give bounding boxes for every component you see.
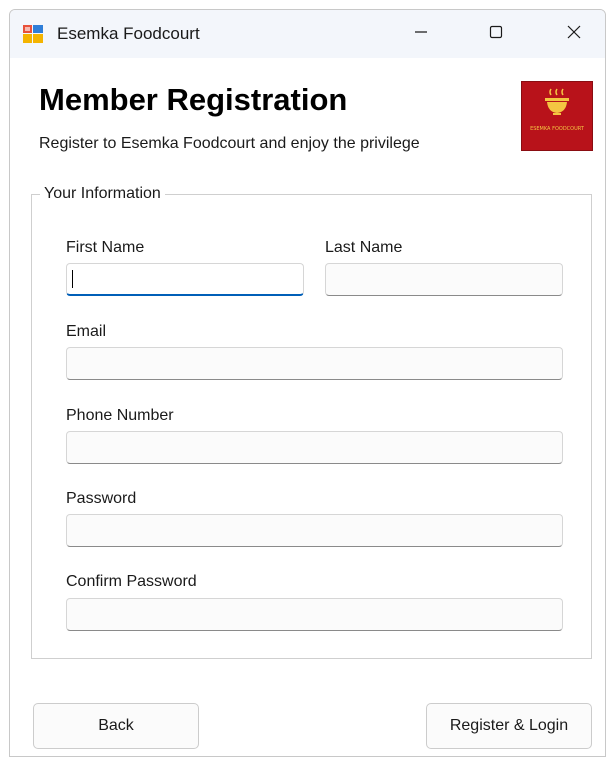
page-title: Member Registration [39,82,348,117]
password-input[interactable] [66,514,563,547]
back-button[interactable]: Back [33,703,199,749]
email-input[interactable] [66,347,563,380]
text-caret [72,270,73,288]
last-name-label: Last Name [325,239,403,256]
form-content: Member Registration Register to Esemka F… [10,58,605,756]
app-window: Esemka Foodcourt Member Registration Reg… [9,9,606,757]
close-button[interactable] [551,10,597,58]
last-name-input[interactable] [325,263,563,296]
window-title: Esemka Foodcourt [57,24,200,43]
minimize-icon [414,25,428,44]
title-bar[interactable]: Esemka Foodcourt [10,10,605,58]
register-login-button[interactable]: Register & Login [426,703,592,749]
app-window-icon [23,25,43,43]
email-label: Email [66,323,107,340]
page-subtitle: Register to Esemka Foodcourt and enjoy t… [39,135,420,152]
logo-text: ESEMKA FOODCOURT [530,126,584,132]
minimize-button[interactable] [398,10,444,58]
confirm-password-label: Confirm Password [66,573,197,590]
foodcourt-logo: ESEMKA FOODCOURT [521,81,593,151]
password-label: Password [66,490,137,507]
first-name-label: First Name [66,239,145,256]
maximize-button[interactable] [473,10,519,58]
confirm-password-input[interactable] [66,598,563,631]
phone-number-label: Phone Number [66,407,174,424]
phone-number-input[interactable] [66,431,563,464]
close-icon [567,25,581,44]
maximize-icon [489,25,503,44]
first-name-input[interactable] [66,263,304,296]
group-label: Your Information [44,185,161,202]
